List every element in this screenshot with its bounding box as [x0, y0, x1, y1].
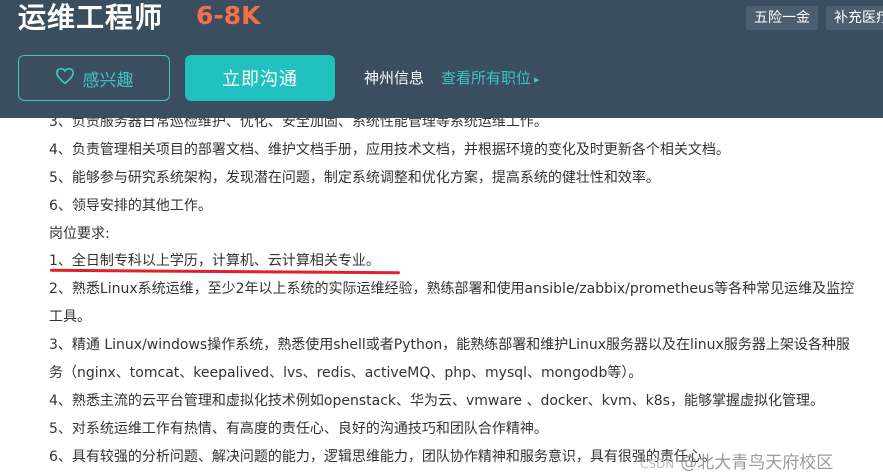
heart-icon: [55, 67, 75, 90]
description-line: 4、负责管理相关项目的部署文档、维护文档手册，应用技术文档，并根据环境的变化及时…: [49, 142, 730, 158]
description-line: 6、具有较强的分析问题、解决问题的能力，逻辑思维能力，团队协作精神和服务意识，具…: [49, 449, 716, 465]
job-title: 运维工程师: [18, 1, 164, 34]
description-line: 3、精通 Linux/windows操作系统，熟悉使用shell或者Python…: [49, 337, 850, 353]
description-line: 务（nginx、tomcat、keepalived、lvs、redis、acti…: [49, 365, 643, 381]
company-name[interactable]: 神州信息: [364, 67, 424, 88]
benefit-tag: 补充医疗: [826, 6, 883, 30]
view-all-jobs-label: 查看所有职位: [441, 69, 532, 87]
description-line: 6、领导安排的其他工作。: [49, 198, 212, 214]
chat-now-button[interactable]: 立即沟通: [185, 55, 335, 101]
description-line: 4、熟悉主流的云平台管理和虚拟化技术例如openstack、华为云、vmware…: [49, 393, 824, 409]
description-line: 2、熟悉Linux系统运维，至少2年以上系统的实际运维经验，熟练部署和使用ans…: [49, 281, 855, 297]
description-line: 5、能够参与研究系统架构，发现潜在问题，制定系统调整和优化方案，提高系统的健壮性…: [49, 170, 660, 186]
requirements-heading: 岗位要求:: [49, 226, 110, 242]
watermark-source: CSDN: [640, 457, 675, 471]
description-line: 工具。: [49, 309, 91, 325]
benefit-tag: 五险一金: [746, 6, 818, 30]
view-all-jobs-link[interactable]: 查看所有职位 ▸: [441, 67, 540, 88]
watermark: CSDN @北大青鸟天府校区: [640, 448, 833, 473]
description-line: 5、对系统运维工作有热情、有高度的责任心、良好的沟通技巧和团队合作精神。: [49, 421, 548, 437]
interested-button[interactable]: 感兴趣: [18, 55, 170, 101]
interested-label: 感兴趣: [82, 70, 134, 91]
watermark-text: @北大青鸟天府校区: [680, 453, 834, 473]
job-header: 运维工程师 6-8K 五险一金 补充医疗 感兴趣 立即沟通 神州信息 查看所有职…: [0, 0, 883, 118]
description-line: 1、全日制专科以上学历，计算机、云计算相关专业。: [49, 253, 380, 269]
salary: 6-8K: [196, 1, 261, 30]
chevron-right-icon: ▸: [534, 73, 540, 86]
